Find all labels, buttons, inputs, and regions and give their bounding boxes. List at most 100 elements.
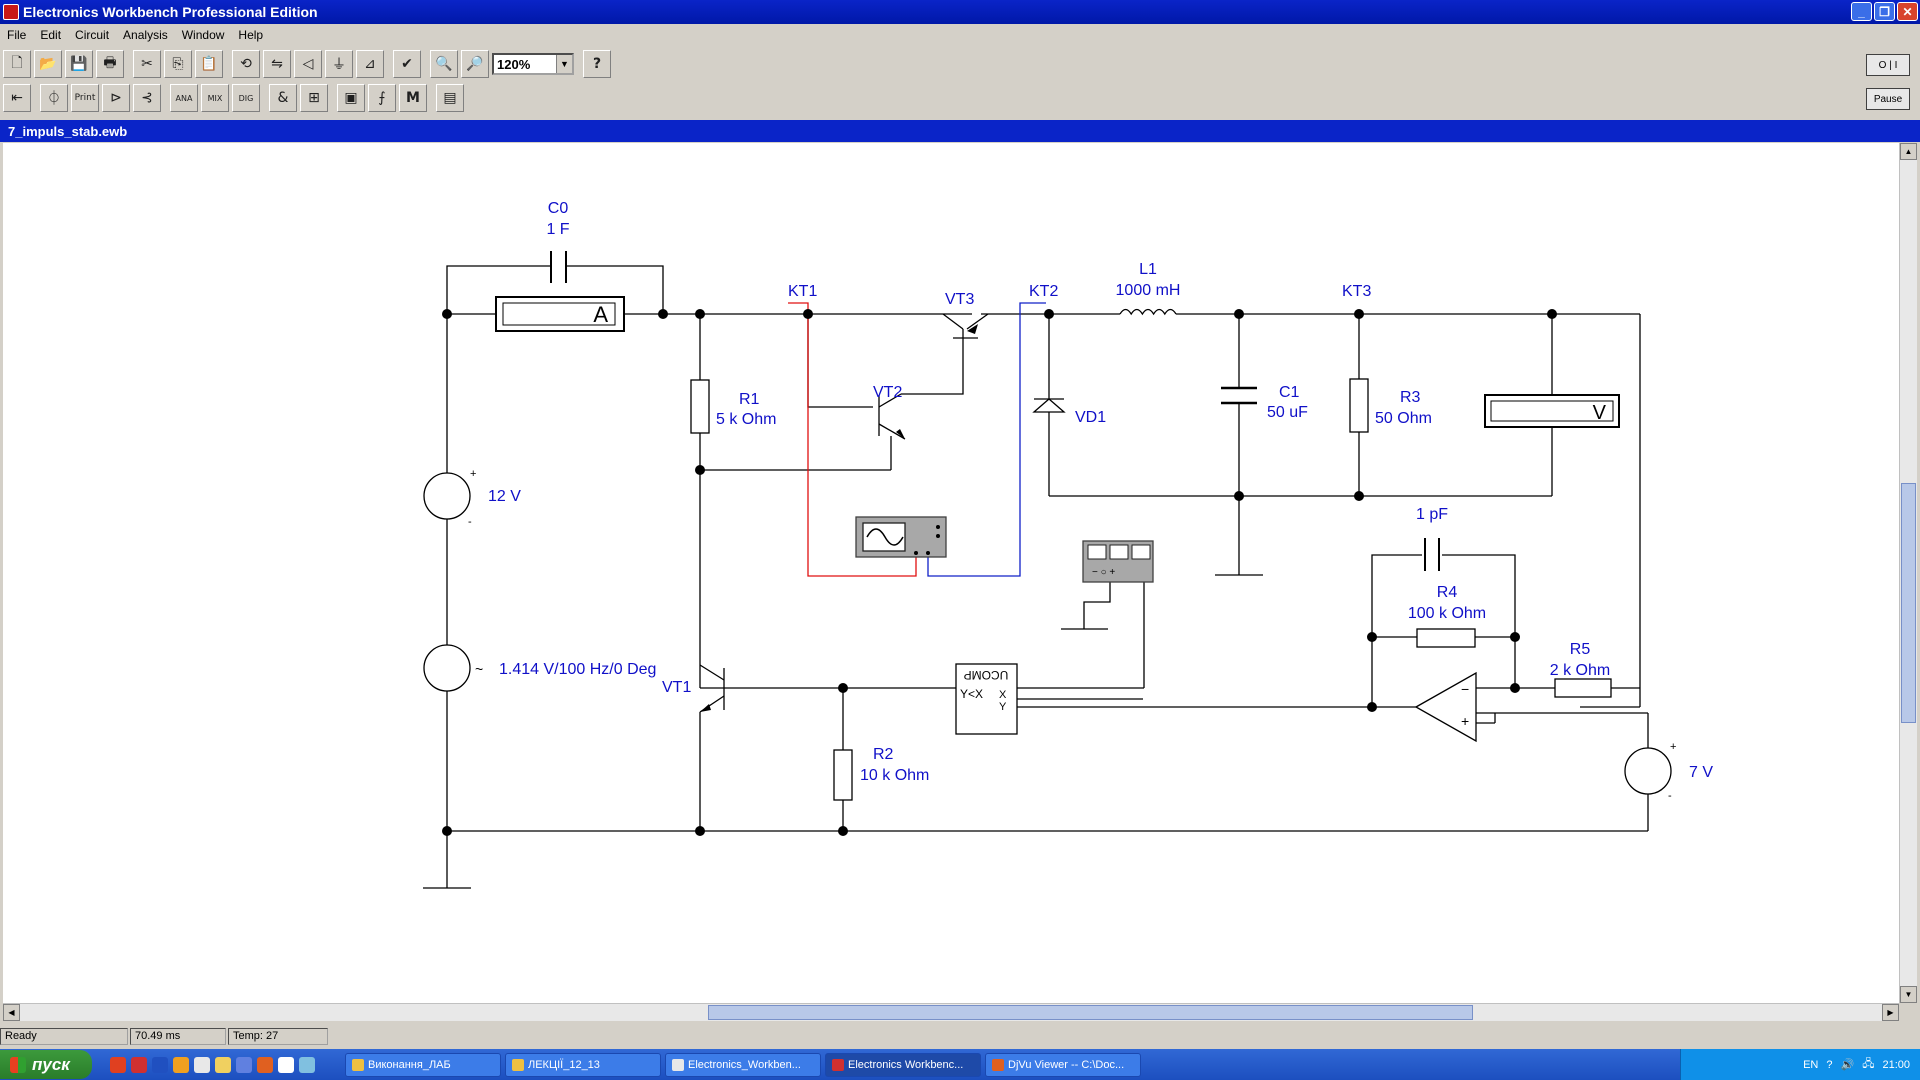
task-folder-lectures[interactable]: ЛЕКЦІЇ_12_13 — [505, 1052, 661, 1077]
open-folder-icon[interactable]: 📂 — [34, 50, 62, 78]
r3-value: 50 Ohm — [1375, 410, 1432, 427]
calculator-icon[interactable] — [236, 1056, 252, 1073]
controls-bin-icon[interactable]: ⨍ — [368, 84, 396, 112]
power-switch[interactable]: O | I — [1866, 54, 1910, 76]
capacitor-c0[interactable] — [550, 251, 567, 283]
restore-button[interactable]: ❐ — [1874, 2, 1895, 21]
vertical-scroll-thumb[interactable] — [1901, 483, 1916, 723]
dc-source-12v[interactable] — [423, 472, 471, 520]
zoom-value: 120% — [497, 56, 531, 72]
create-subcircuit-icon[interactable]: ⊿ — [356, 50, 384, 78]
task-ewb-app[interactable]: Electronics Workbenc... — [825, 1052, 981, 1077]
menu-circuit[interactable]: Circuit — [68, 28, 116, 42]
task-djvu[interactable]: DjVu Viewer -- C:\Doc... — [985, 1052, 1141, 1077]
word-icon[interactable] — [152, 1056, 168, 1073]
app-icon[interactable] — [3, 4, 19, 20]
cf-label: 1 pF — [1416, 506, 1448, 523]
cut-icon[interactable]: ✂ — [133, 50, 161, 78]
paste-icon[interactable]: 📋 — [195, 50, 223, 78]
media-icon[interactable] — [257, 1056, 273, 1073]
save-icon[interactable]: 💾 — [65, 50, 93, 78]
r4-name: R4 — [1437, 584, 1458, 601]
resistor-r3[interactable] — [1349, 378, 1369, 433]
menu-analysis[interactable]: Analysis — [116, 28, 175, 42]
close-button[interactable]: ✕ — [1897, 2, 1918, 21]
diode-vd1[interactable] — [1032, 398, 1066, 413]
transistors-bin-icon[interactable]: ⊰ — [133, 84, 161, 112]
scroll-right-icon[interactable]: ▶ — [1882, 1004, 1899, 1021]
menu-bar: File Edit Circuit Analysis Window Help — [0, 24, 1920, 46]
vt1-emitter-arrow — [700, 704, 711, 712]
document-icon[interactable] — [194, 1056, 210, 1073]
app-icon-quick[interactable] — [173, 1056, 189, 1073]
resistor-r5[interactable] — [1554, 678, 1612, 698]
menu-window[interactable]: Window — [175, 28, 232, 42]
analog-ics-bin-icon[interactable]: ANA — [170, 84, 198, 112]
rotate-icon[interactable]: ⟲ — [232, 50, 260, 78]
browser-icon[interactable] — [131, 1056, 147, 1073]
digital-ics-bin-icon[interactable]: DIG — [232, 84, 260, 112]
flip-horizontal-icon[interactable]: ⇋ — [263, 50, 291, 78]
mixed-ics-bin-icon[interactable]: MIX — [201, 84, 229, 112]
oscilloscope[interactable] — [855, 516, 947, 558]
zoom-select[interactable]: 120% ▼ — [492, 53, 574, 75]
help-tray-icon[interactable]: ? — [1826, 1059, 1832, 1071]
favorites-bin-icon[interactable]: ⇤ — [3, 84, 31, 112]
task-ewb-folder[interactable]: Electronics_Workben... — [665, 1052, 821, 1077]
document-title: 7_impuls_stab.ewb — [8, 123, 128, 139]
minus-sign: - — [1668, 790, 1672, 802]
logic-gates-bin-icon[interactable]: & — [269, 84, 297, 112]
new-file-icon[interactable]: 🗋 — [3, 50, 31, 78]
circuit-canvas[interactable]: A C0 1 F + - 12 V ~ 1.414 V/100 Hz/0 Deg… — [3, 143, 1899, 1003]
folder-icon[interactable] — [215, 1056, 231, 1073]
indicators-bin-icon[interactable]: ▣ — [337, 84, 365, 112]
capacitor-1pf[interactable] — [1424, 538, 1440, 571]
horizontal-scroll-thumb[interactable] — [708, 1005, 1473, 1020]
analysis-graphs-icon[interactable]: ✔ — [393, 50, 421, 78]
language-indicator[interactable]: EN — [1803, 1059, 1818, 1071]
ie-icon[interactable] — [299, 1056, 315, 1073]
inductor-l1[interactable] — [1119, 308, 1177, 316]
op-amp[interactable]: − + — [1414, 671, 1496, 743]
flip-vertical-icon[interactable]: ◁ — [294, 50, 322, 78]
notepad-icon[interactable] — [278, 1056, 294, 1073]
minimize-button[interactable]: _ — [1851, 2, 1872, 21]
miscellaneous-bin-icon[interactable]: M — [399, 84, 427, 112]
help-button[interactable]: ? — [583, 50, 611, 78]
r1-name: R1 — [739, 391, 760, 408]
scroll-down-icon[interactable]: ▼ — [1900, 986, 1917, 1003]
menu-edit[interactable]: Edit — [33, 28, 68, 42]
comparator-ucomp[interactable]: UCOMP Y<X X Y — [955, 663, 1018, 735]
horizontal-scrollbar[interactable]: ◀ ▶ — [3, 1003, 1899, 1021]
scroll-up-icon[interactable]: ▲ — [1900, 143, 1917, 160]
sources-bin-icon[interactable]: ⏀ — [40, 84, 68, 112]
zoom-out-icon[interactable]: 🔍 — [430, 50, 458, 78]
resistor-r1[interactable] — [690, 379, 710, 434]
menu-file[interactable]: File — [0, 28, 33, 42]
status-time: 70.49 ms — [130, 1027, 226, 1045]
digital-bin-icon[interactable]: ⊞ — [300, 84, 328, 112]
resistor-r2[interactable] — [833, 749, 853, 801]
chevron-down-icon[interactable]: ▼ — [556, 55, 572, 73]
menu-help[interactable]: Help — [231, 28, 270, 42]
dc-source-7v[interactable] — [1624, 747, 1672, 795]
basic-bin-icon[interactable]: Print — [71, 84, 99, 112]
zoom-in-icon[interactable]: 🔎 — [461, 50, 489, 78]
scroll-left-icon[interactable]: ◀ — [3, 1004, 20, 1021]
resistor-r4[interactable] — [1416, 628, 1476, 648]
ac-source[interactable] — [423, 644, 471, 692]
print-icon[interactable]: 🖶 — [96, 50, 124, 78]
component-properties-icon[interactable]: ⏚ — [325, 50, 353, 78]
vertical-scrollbar[interactable]: ▲ ▼ — [1899, 143, 1917, 1003]
network-icon[interactable]: 🖧 — [1862, 1055, 1874, 1074]
opera-icon[interactable] — [110, 1056, 126, 1073]
diodes-bin-icon[interactable]: ⊳ — [102, 84, 130, 112]
function-generator[interactable]: − ○ + — [1082, 540, 1154, 583]
task-folder-lab[interactable]: Виконання_ЛАБ — [345, 1052, 501, 1077]
capacitor-c1[interactable] — [1221, 386, 1257, 405]
copy-icon[interactable]: ⎘ — [164, 50, 192, 78]
start-button[interactable]: пуск — [0, 1050, 92, 1079]
instruments-bin-icon[interactable]: ▤ — [436, 84, 464, 112]
pause-button[interactable]: Pause — [1866, 88, 1910, 110]
volume-icon[interactable]: 🔊 — [1841, 1058, 1855, 1071]
